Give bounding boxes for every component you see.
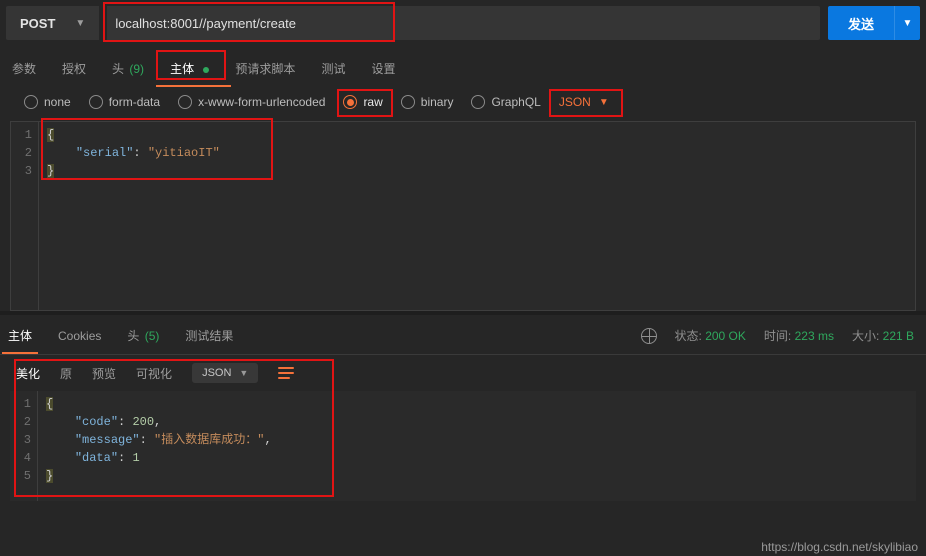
resp-tab-headers[interactable]: 头 (5) xyxy=(125,321,161,350)
send-button[interactable]: 发送 xyxy=(828,6,894,40)
response-body-viewer[interactable]: 12345 { "code": 200, "message": "插入数据库成功… xyxy=(10,391,916,501)
response-subtabs: 美化 原 预览 可视化 JSON ▼ xyxy=(0,355,926,391)
body-type-binary[interactable]: binary xyxy=(401,95,454,109)
body-type-form-data[interactable]: form-data xyxy=(89,95,160,109)
url-input[interactable] xyxy=(115,16,812,31)
resp-subtab-raw[interactable]: 原 xyxy=(60,365,72,382)
line-gutter: 12345 xyxy=(10,391,38,501)
chevron-down-icon: ▼ xyxy=(239,368,248,378)
size-block: 大小: 221 B xyxy=(852,327,914,344)
send-button-label: 发送 xyxy=(848,14,874,33)
response-tabs: 主体 Cookies 头 (5) 测试结果 状态: 200 OK 时间: 223… xyxy=(0,315,926,355)
body-type-graphql[interactable]: GraphQL xyxy=(471,95,540,109)
http-method-value: POST xyxy=(20,16,55,31)
radio-icon xyxy=(89,95,103,109)
body-type-raw[interactable]: raw xyxy=(343,95,382,109)
resp-tab-cookies[interactable]: Cookies xyxy=(56,323,103,349)
radio-icon xyxy=(24,95,38,109)
tab-auth[interactable]: 授权 xyxy=(60,56,88,81)
resp-subtab-visualize[interactable]: 可视化 xyxy=(136,365,172,382)
send-options-button[interactable]: ▼ xyxy=(894,6,920,40)
body-type-urlencoded[interactable]: x-www-form-urlencoded xyxy=(178,95,325,109)
radio-icon xyxy=(178,95,192,109)
radio-icon xyxy=(401,95,415,109)
response-meta: 状态: 200 OK 时间: 223 ms 大小: 221 B xyxy=(641,327,914,344)
http-method-select[interactable]: POST ▼ xyxy=(6,6,99,40)
tab-settings[interactable]: 设置 xyxy=(369,56,397,81)
request-body-editor[interactable]: 123 { "serial": "yitiaoIT" } xyxy=(10,121,916,311)
time-block: 时间: 223 ms xyxy=(764,327,834,344)
line-gutter: 123 xyxy=(11,122,39,310)
response-format-select[interactable]: JSON ▼ xyxy=(192,363,258,383)
chevron-down-icon: ▼ xyxy=(75,18,85,29)
resp-tab-tests[interactable]: 测试结果 xyxy=(183,321,235,350)
resp-subtab-pretty[interactable]: 美化 xyxy=(16,365,40,382)
resp-subtab-preview[interactable]: 预览 xyxy=(92,365,116,382)
tab-body[interactable]: 主体 xyxy=(168,56,211,81)
radio-icon xyxy=(471,95,485,109)
status-block: 状态: 200 OK xyxy=(675,327,746,344)
tab-headers[interactable]: 头 (9) xyxy=(110,56,146,81)
url-bar[interactable] xyxy=(107,6,820,40)
request-body-code[interactable]: { "serial": "yitiaoIT" } xyxy=(39,122,228,310)
tab-params[interactable]: 参数 xyxy=(10,56,38,81)
tab-prerequest[interactable]: 预请求脚本 xyxy=(233,56,297,81)
radio-icon xyxy=(343,95,357,109)
body-type-row: none form-data x-www-form-urlencoded raw… xyxy=(0,87,926,121)
globe-icon[interactable] xyxy=(641,328,657,344)
request-tabs: 参数 授权 头 (9) 主体 预请求脚本 测试 设置 xyxy=(0,46,926,87)
chevron-down-icon: ▼ xyxy=(903,18,913,29)
watermark: https://blog.csdn.net/skylibiao xyxy=(761,540,918,554)
resp-tab-body[interactable]: 主体 xyxy=(6,321,34,350)
line-wrap-icon[interactable] xyxy=(278,366,296,380)
chevron-down-icon: ▼ xyxy=(599,97,609,108)
raw-content-type-select[interactable]: JSON ▼ xyxy=(559,95,609,109)
tab-tests[interactable]: 测试 xyxy=(319,56,347,81)
response-body-code: { "code": 200, "message": "插入数据库成功：", "d… xyxy=(38,391,280,501)
body-type-none[interactable]: none xyxy=(24,95,71,109)
